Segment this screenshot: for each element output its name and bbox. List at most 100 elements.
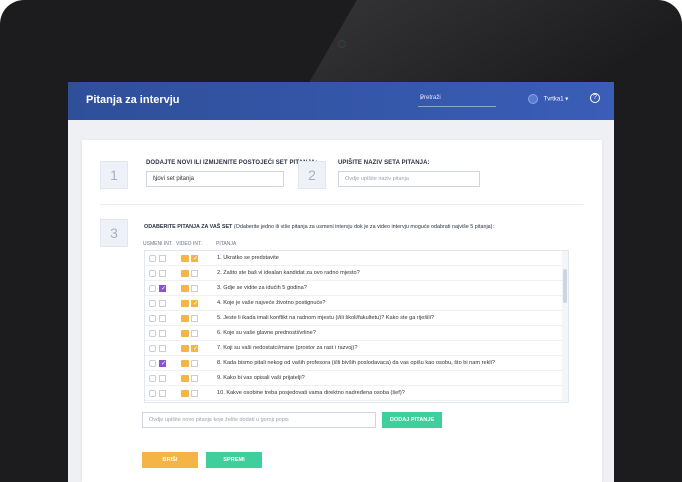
link-icon xyxy=(149,390,156,397)
question-text: 6. Koje su vaše glavne prednosti/vrline? xyxy=(217,330,316,336)
link-icon xyxy=(149,345,156,352)
delete-button[interactable]: BRIŠI xyxy=(142,452,198,468)
check-icon: ✓ xyxy=(193,301,199,307)
question-row[interactable]: 6. Koje su vaše glavne prednosti/vrline? xyxy=(145,326,568,341)
chevron-down-icon: ⌄ xyxy=(153,176,159,183)
link-icon xyxy=(149,270,156,277)
new-question-input[interactable]: Ovdje upišite novo pitanje koje želite d… xyxy=(142,412,376,428)
question-row[interactable]: ✓ 7. Koji su vaši nedostatci/mane (prost… xyxy=(145,341,568,356)
video-checkbox[interactable] xyxy=(191,330,198,337)
video-checkbox[interactable]: ✓ xyxy=(191,255,198,262)
step-3-label: ODABERITE PITANJA ZA VAŠ SET xyxy=(144,224,233,230)
question-row[interactable]: ✓ 4. Koje je vaše najveće životno postig… xyxy=(145,296,568,311)
step-2: 2 xyxy=(298,161,326,189)
question-text: 4. Koje je vaše najveće životno postignu… xyxy=(217,300,326,306)
app-bar: Pitanja za intervju Pretraži ⌕ Tvrtka1 ▾… xyxy=(68,82,614,120)
video-checkbox[interactable] xyxy=(191,360,198,367)
video-icon xyxy=(181,390,189,397)
usmeni-checkbox[interactable]: ✓ xyxy=(159,360,166,367)
question-row[interactable]: 10. Kakve osobine treba posjedovati vama… xyxy=(145,386,568,401)
video-icon xyxy=(181,360,189,367)
search-icon: ⌕ xyxy=(420,95,424,102)
question-set-select[interactable]: Novi set pitanja ⌄ xyxy=(146,171,284,187)
step-3-description: (Odaberite jedno ili više pitanja za usm… xyxy=(232,224,494,230)
user-menu[interactable]: Tvrtka1 ▾ xyxy=(528,94,568,104)
app-screen: Pitanja za intervju Pretraži ⌕ Tvrtka1 ▾… xyxy=(68,82,614,482)
search-field[interactable]: Pretraži ⌕ xyxy=(418,93,496,107)
video-icon xyxy=(181,270,189,277)
col-video: VIDEO INT. xyxy=(176,241,202,247)
step-3-header: ODABERITE PITANJA ZA VAŠ SET (Odaberite … xyxy=(144,224,584,230)
video-icon xyxy=(181,375,189,382)
check-icon: ✓ xyxy=(161,361,167,367)
video-checkbox[interactable] xyxy=(191,270,198,277)
video-checkbox[interactable] xyxy=(191,285,198,292)
video-icon xyxy=(181,315,189,322)
video-icon xyxy=(181,285,189,292)
usmeni-checkbox[interactable] xyxy=(159,255,166,262)
question-text: 2. Zašto ste baš vi idealan kandidat za … xyxy=(217,270,360,276)
link-icon xyxy=(149,375,156,382)
question-text: 5. Jeste li ikada imali konflikt na radn… xyxy=(217,315,435,321)
question-row[interactable]: 2. Zašto ste baš vi idealan kandidat za … xyxy=(145,266,568,281)
scroll-thumb[interactable] xyxy=(563,269,567,303)
question-text: 8. Kada bismo pitali nekog od vaših prof… xyxy=(217,360,495,366)
check-icon: ✓ xyxy=(161,286,167,292)
usmeni-checkbox[interactable] xyxy=(159,330,166,337)
app-title: Pitanja za intervju xyxy=(86,94,180,106)
scrollbar[interactable] xyxy=(562,251,568,402)
video-icon xyxy=(181,255,189,262)
chevron-down-icon: ▾ xyxy=(565,96,569,103)
step-1-label: DODAJTE NOVI ILI IZMIJENITE POSTOJEĆI SE… xyxy=(146,160,318,166)
video-checkbox[interactable]: ✓ xyxy=(191,345,198,352)
usmeni-checkbox[interactable] xyxy=(159,270,166,277)
user-name: Tvrtka1 xyxy=(543,96,564,103)
question-set-card: 1 DODAJTE NOVI ILI IZMIJENITE POSTOJEĆI … xyxy=(82,140,602,482)
link-icon xyxy=(149,315,156,322)
usmeni-checkbox[interactable] xyxy=(159,345,166,352)
question-row[interactable]: ✓ 3. Gdje se vidite za idućih 5 godina? xyxy=(145,281,568,296)
link-icon xyxy=(149,255,156,262)
step-2-label: UPIŠITE NAZIV SETA PITANJA: xyxy=(338,160,430,166)
question-text: 9. Kako bi vas opisali vaši prijatelji? xyxy=(217,375,305,381)
col-pitanja: PITANJA xyxy=(216,241,237,247)
set-name-placeholder: Ovdje upišite naziv pitanja xyxy=(345,176,409,182)
divider xyxy=(100,204,584,205)
question-text: 1. Ukratko se predstavite xyxy=(217,255,279,261)
usmeni-checkbox[interactable] xyxy=(159,315,166,322)
question-row[interactable]: ✓ 8. Kada bismo pitali nekog od vaših pr… xyxy=(145,356,568,371)
video-icon xyxy=(181,345,189,352)
link-icon xyxy=(149,300,156,307)
avatar xyxy=(528,94,538,104)
video-checkbox[interactable] xyxy=(191,390,198,397)
video-icon xyxy=(181,330,189,337)
tablet-frame: Pitanja za intervju Pretraži ⌕ Tvrtka1 ▾… xyxy=(0,0,682,482)
step-3: 3 xyxy=(100,219,128,247)
video-checkbox[interactable] xyxy=(191,375,198,382)
link-icon xyxy=(149,360,156,367)
help-icon[interactable]: ? xyxy=(590,93,600,103)
question-text: 10. Kakve osobine treba posjedovati vama… xyxy=(217,390,405,396)
video-icon xyxy=(181,300,189,307)
add-question-button[interactable]: DODAJ PITANJE xyxy=(382,412,442,428)
check-icon: ✓ xyxy=(193,346,199,352)
link-icon xyxy=(149,285,156,292)
video-checkbox[interactable]: ✓ xyxy=(191,300,198,307)
usmeni-checkbox[interactable] xyxy=(159,375,166,382)
new-question-placeholder: Ovdje upišite novo pitanje koje želite d… xyxy=(149,417,289,423)
save-button[interactable]: SPREMI xyxy=(206,452,262,468)
usmeni-checkbox[interactable]: ✓ xyxy=(159,285,166,292)
set-name-input[interactable]: Ovdje upišite naziv pitanja xyxy=(338,171,480,187)
question-row[interactable]: ✓ 1. Ukratko se predstavite xyxy=(145,251,568,266)
usmeni-checkbox[interactable] xyxy=(159,300,166,307)
question-text: 7. Koji su vaši nedostatci/mane (prostor… xyxy=(217,345,358,351)
link-icon xyxy=(149,330,156,337)
check-icon: ✓ xyxy=(193,256,199,262)
question-row[interactable]: 5. Jeste li ikada imali konflikt na radn… xyxy=(145,311,568,326)
step-1: 1 xyxy=(100,161,128,189)
usmeni-checkbox[interactable] xyxy=(159,390,166,397)
questions-list: ✓ 1. Ukratko se predstavite 2. Zašto ste… xyxy=(144,250,569,403)
camera-dot xyxy=(338,40,346,48)
question-row[interactable]: 9. Kako bi vas opisali vaši prijatelji? xyxy=(145,371,568,386)
video-checkbox[interactable] xyxy=(191,315,198,322)
